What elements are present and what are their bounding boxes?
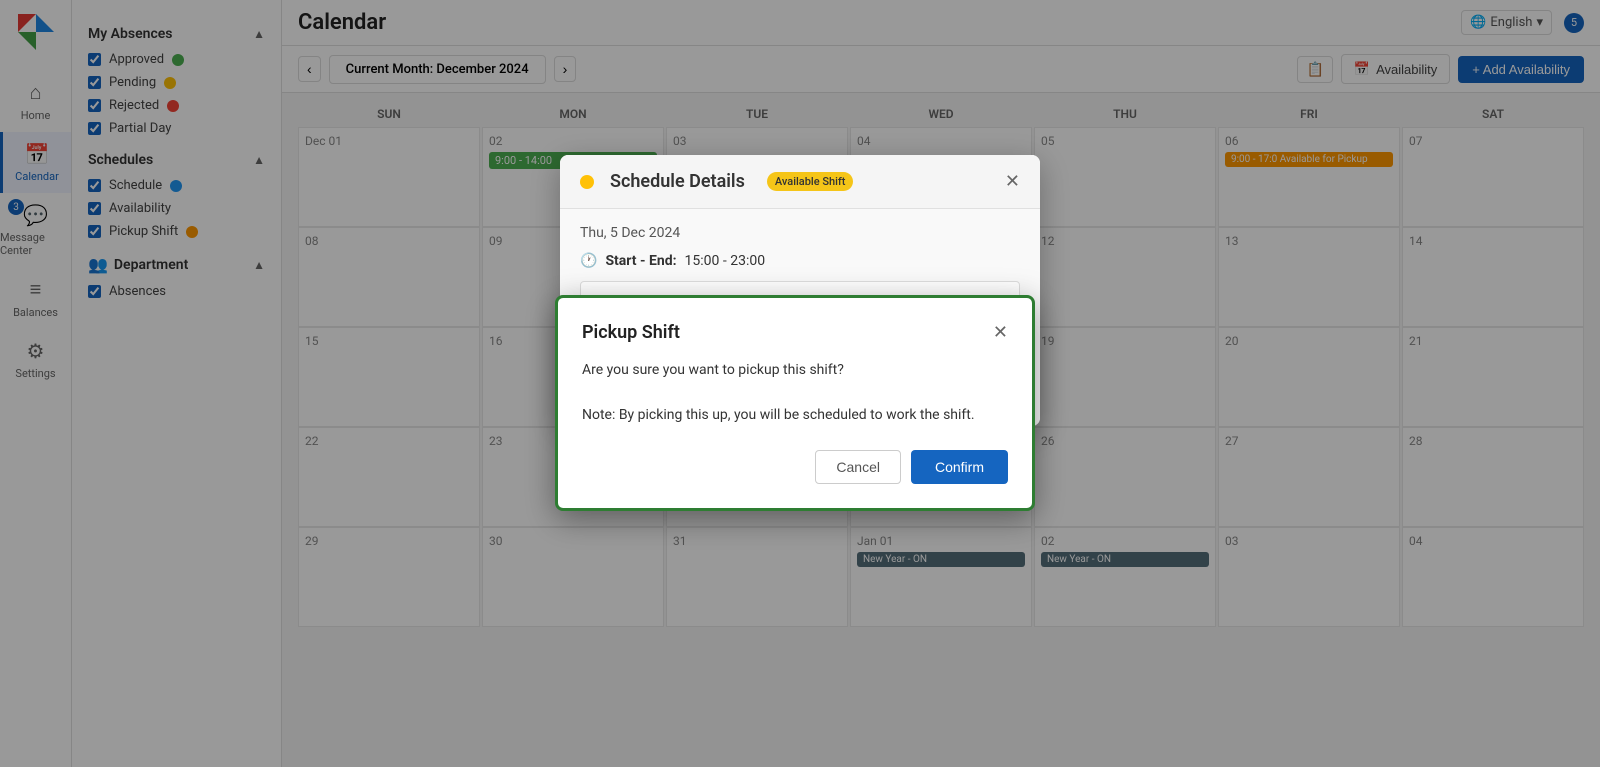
pickup-modal-title: Pickup Shift [582, 322, 680, 343]
pickup-note: Note: By picking this up, you will be sc… [582, 404, 1008, 426]
pickup-confirm-button[interactable]: Confirm [911, 450, 1008, 484]
pickup-modal-wrapper: Pickup Shift ✕ Are you sure you want to … [0, 0, 1600, 767]
pickup-question: Are you sure you want to pickup this shi… [582, 359, 1008, 381]
pickup-cancel-button[interactable]: Cancel [815, 450, 901, 484]
pickup-shift-modal: Pickup Shift ✕ Are you sure you want to … [555, 295, 1035, 511]
pickup-modal-close-button[interactable]: ✕ [993, 322, 1008, 343]
pickup-modal-footer: Cancel Confirm [582, 450, 1008, 484]
pickup-modal-header: Pickup Shift ✕ [582, 322, 1008, 343]
pickup-modal-body: Are you sure you want to pickup this shi… [582, 359, 1008, 426]
